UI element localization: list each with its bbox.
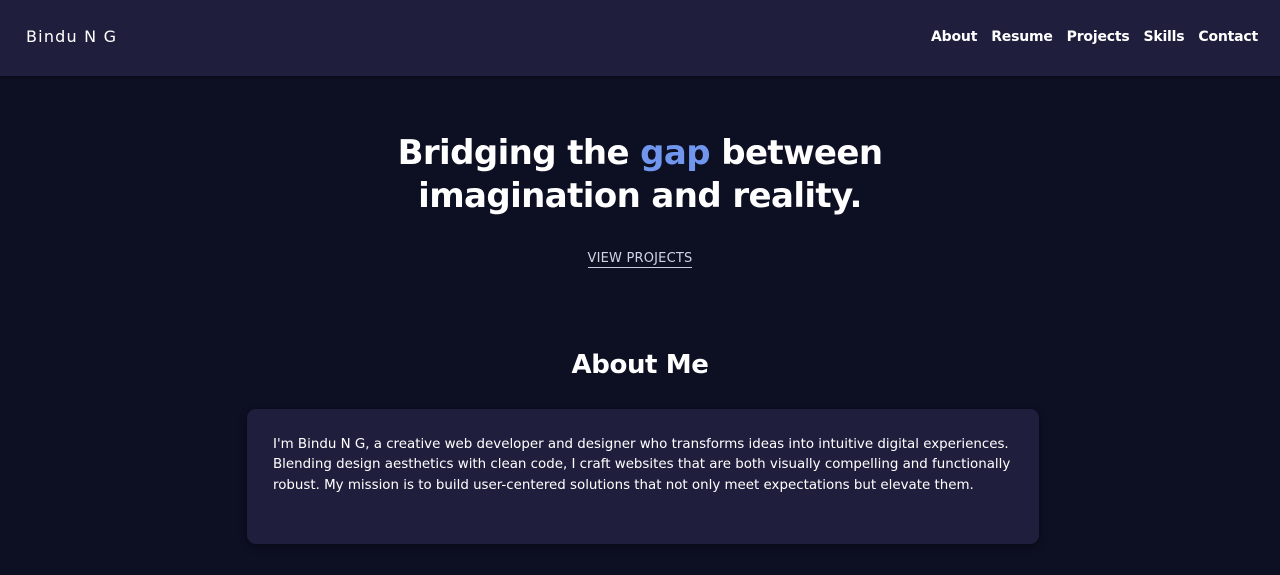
- nav-link-about[interactable]: About: [931, 29, 977, 45]
- hero-title: Bridging the gap between imagination and…: [0, 132, 1280, 218]
- hero-section: Bridging the gap between imagination and…: [0, 132, 1280, 218]
- navbar: Bindu N G About Resume Projects Skills C…: [0, 0, 1280, 76]
- cta-container: VIEW PROJECTS: [0, 247, 1280, 268]
- nav-links: About Resume Projects Skills Contact: [931, 29, 1258, 45]
- nav-link-contact[interactable]: Contact: [1198, 29, 1258, 45]
- about-card: I'm Bindu N G, a creative web developer …: [247, 409, 1039, 544]
- hero-title-accent: gap: [640, 133, 710, 173]
- nav-link-skills[interactable]: Skills: [1143, 29, 1184, 45]
- brand-logo[interactable]: Bindu N G: [26, 27, 117, 46]
- hero-title-line2: imagination and reality.: [418, 176, 862, 216]
- hero-title-prefix: Bridging the: [397, 133, 641, 173]
- nav-link-resume[interactable]: Resume: [991, 29, 1053, 45]
- hero-title-suffix: between: [710, 133, 883, 173]
- about-text: I'm Bindu N G, a creative web developer …: [273, 437, 1011, 493]
- nav-link-projects[interactable]: Projects: [1067, 29, 1130, 45]
- about-heading: About Me: [571, 350, 709, 380]
- view-projects-link[interactable]: VIEW PROJECTS: [587, 251, 693, 268]
